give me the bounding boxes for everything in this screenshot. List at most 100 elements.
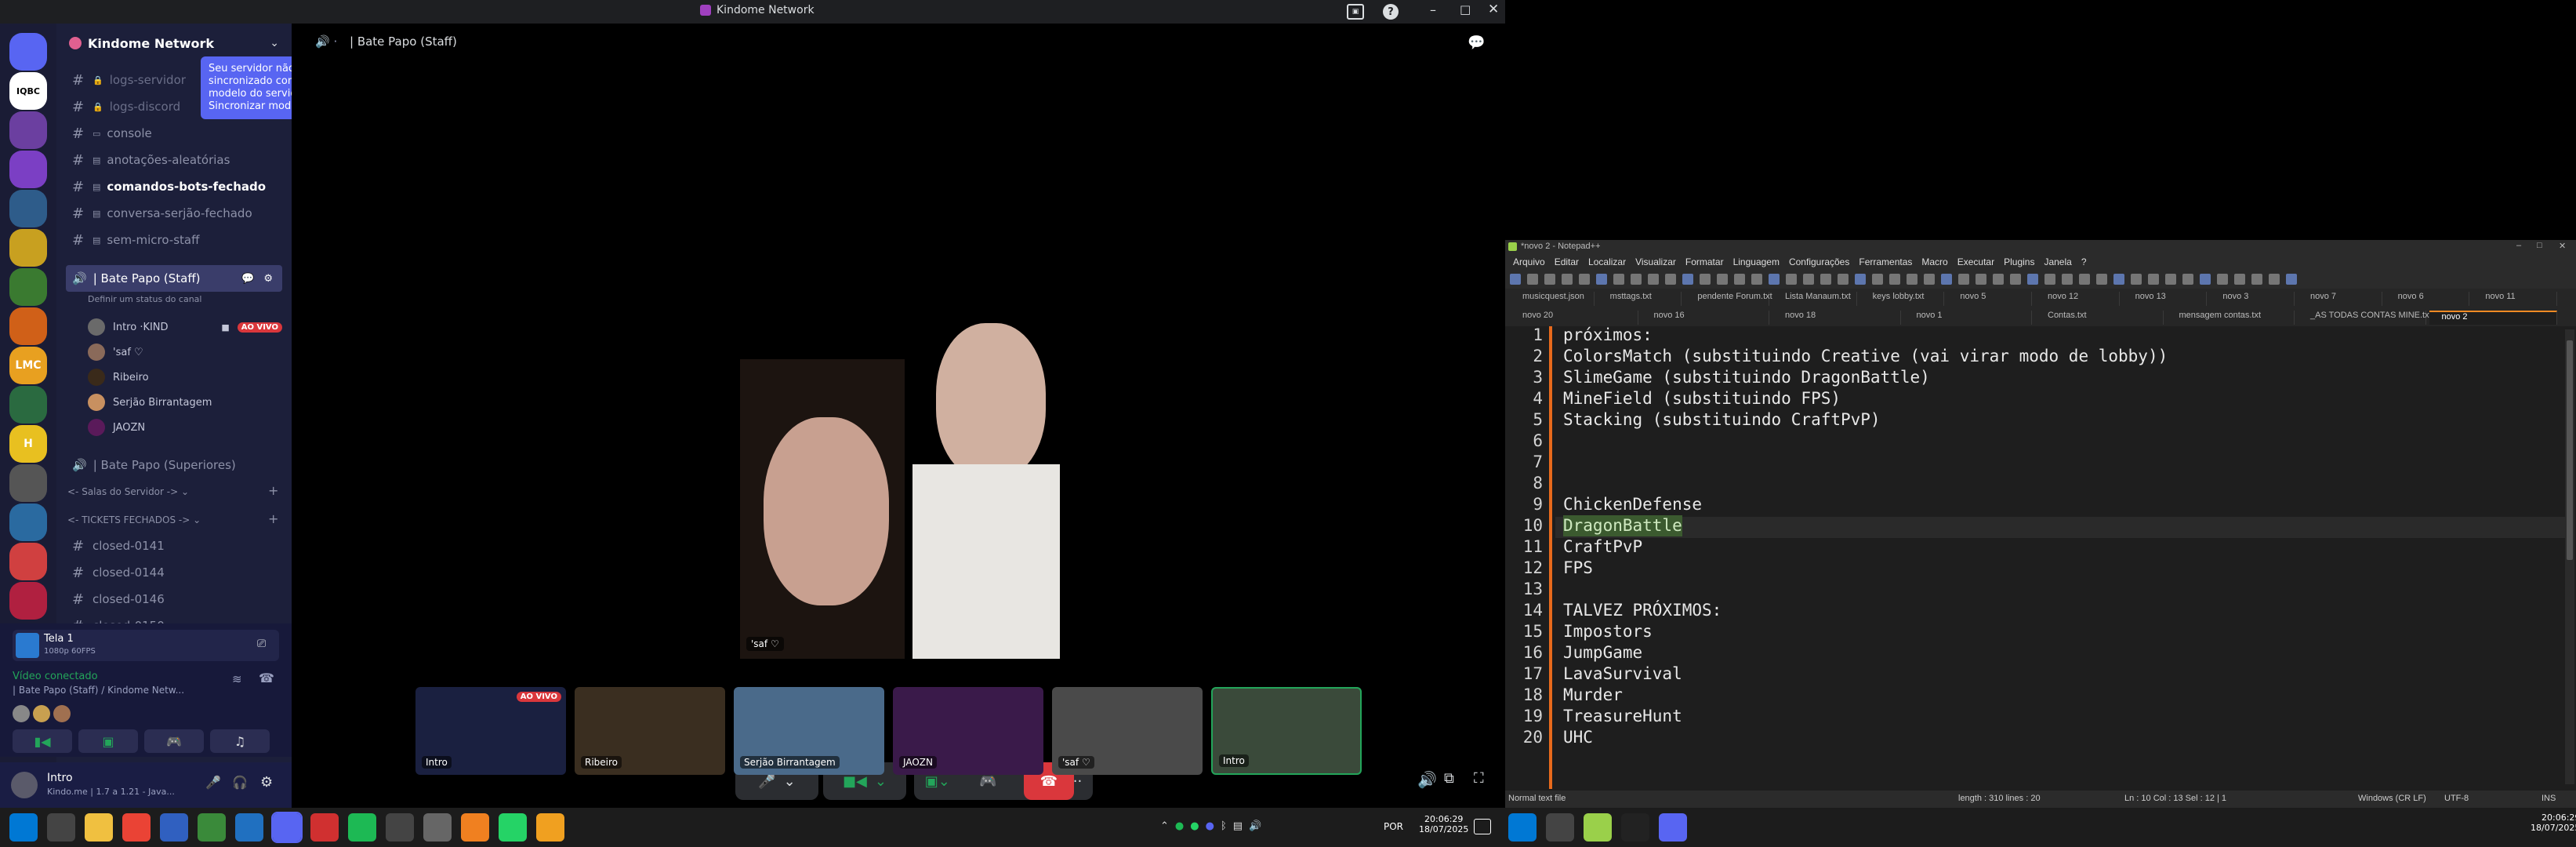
toolbar-button-icon[interactable]: [1751, 274, 1762, 285]
menu-item[interactable]: ?: [2081, 256, 2087, 267]
voice-channel-superiores[interactable]: 🔊 | Bate Papo (Superiores): [66, 453, 282, 477]
toolbar-button-icon[interactable]: [1889, 274, 1900, 285]
toolbar-button-icon[interactable]: [2079, 274, 2090, 285]
menu-item[interactable]: Ferramentas: [1859, 256, 1912, 267]
discord-tray-icon[interactable]: ●: [1206, 820, 1214, 832]
taskbar-app-icon[interactable]: [85, 813, 113, 842]
voice-user[interactable]: Ribeiro: [88, 366, 282, 388]
toolbar-button-icon[interactable]: [1958, 274, 1969, 285]
toolbar-button-icon[interactable]: [2062, 274, 2073, 285]
file-tab[interactable]: novo 16: [1642, 311, 1769, 325]
menu-item[interactable]: Editar: [1555, 256, 1579, 267]
toolbar-button-icon[interactable]: [1976, 274, 1986, 285]
scrollbar-thumb[interactable]: [2567, 340, 2573, 560]
system-tray-icons[interactable]: ⌃ ● ● ● ᛒ ▤ 🔊: [1160, 820, 1261, 832]
toolbar-button-icon[interactable]: [1838, 274, 1849, 285]
server-icon-5[interactable]: [9, 229, 47, 267]
toolbar-button-icon[interactable]: [1820, 274, 1831, 285]
ticket-channel[interactable]: # closed-0144: [66, 560, 282, 585]
toolbar-button-icon[interactable]: [2027, 274, 2038, 285]
toolbar-button-icon[interactable]: [2096, 274, 2107, 285]
stream-preview[interactable]: Tela 1 1080p 60FPS ⎚: [13, 630, 279, 661]
taskbar-app-icon[interactable]: [348, 813, 376, 842]
toolbar-button-icon[interactable]: [2182, 274, 2193, 285]
file-tab[interactable]: novo 13: [2123, 292, 2208, 306]
taskbar-app-icon[interactable]: [198, 813, 226, 842]
taskbar-app-icon[interactable]: [1621, 813, 1649, 842]
server-icon-9[interactable]: [9, 386, 47, 424]
file-tab[interactable]: msttags.txt: [1598, 292, 1682, 306]
minimize-icon[interactable]: –: [1430, 2, 1436, 17]
network-tray-icon[interactable]: ▤: [1233, 820, 1243, 832]
voice-connected-path[interactable]: | Bate Papo (Staff) / Kindome Netw...: [13, 685, 184, 696]
volume-icon[interactable]: 🔊: [1417, 770, 1437, 789]
file-tab[interactable]: novo 5: [1947, 292, 2032, 306]
whatsapp-tray-icon[interactable]: ●: [1190, 820, 1199, 832]
taskbar-app-icon[interactable]: [1584, 813, 1612, 842]
voice-user[interactable]: Intro ·KIND ■ AO VIVO: [88, 316, 282, 338]
file-tab[interactable]: novo 20: [1510, 311, 1638, 325]
toolbar-button-icon[interactable]: [1872, 274, 1883, 285]
toolbar-button-icon[interactable]: [1993, 274, 2004, 285]
server-icon-12[interactable]: [9, 503, 47, 541]
gamepad-icon[interactable]: 🎮: [979, 773, 996, 790]
toolbar-button-icon[interactable]: [1596, 274, 1607, 285]
taskbar-app-icon[interactable]: [9, 813, 38, 842]
menu-item[interactable]: Visualizar: [1635, 256, 1676, 267]
toolbar-button-icon[interactable]: [2113, 274, 2124, 285]
toolbar-button-icon[interactable]: [2269, 274, 2280, 285]
chat-icon[interactable]: 💬: [1468, 35, 1485, 51]
help-icon[interactable]: ?: [1383, 4, 1399, 20]
toolbar-button-icon[interactable]: [2044, 274, 2055, 285]
toolbar-button-icon[interactable]: [2217, 274, 2228, 285]
main-video[interactable]: 'saf ♡: [740, 307, 1060, 659]
toolbar-button-icon[interactable]: [2200, 274, 2211, 285]
channel-item[interactable]: # ▤ conversa-serjão-fechado: [66, 201, 282, 226]
taskbar-app-icon[interactable]: [461, 813, 489, 842]
camera-button[interactable]: ▮◀: [13, 729, 72, 753]
toolbar-button-icon[interactable]: [2251, 274, 2262, 285]
toolbar-button-icon[interactable]: [1803, 274, 1814, 285]
popout-icon[interactable]: ⧉: [1444, 770, 1454, 787]
taskbar-app-icon[interactable]: [499, 813, 527, 842]
toolbar-button-icon[interactable]: [1562, 274, 1573, 285]
minimize-icon[interactable]: –: [2516, 241, 2521, 250]
server-icon-13[interactable]: [9, 543, 47, 580]
close-icon[interactable]: ✕: [2559, 241, 2566, 251]
toolbar-button-icon[interactable]: [1700, 274, 1711, 285]
menu-item[interactable]: Plugins: [2004, 256, 2034, 267]
file-tab[interactable]: Lista Manaum.txt: [1772, 292, 1857, 306]
taskbar-app-icon[interactable]: [423, 813, 452, 842]
maximize-icon[interactable]: □: [2537, 241, 2542, 250]
participant-tile[interactable]: Serjão Birrantagem: [734, 687, 884, 775]
toolbar-button-icon[interactable]: [2148, 274, 2159, 285]
toolbar-button-icon[interactable]: [1544, 274, 1555, 285]
toolbar-button-icon[interactable]: [1682, 274, 1693, 285]
disconnect-icon[interactable]: ☎: [259, 671, 274, 685]
server-icon-1[interactable]: IQBC: [9, 72, 47, 110]
voice-user[interactable]: 'saf ♡: [88, 341, 282, 363]
user-avatar[interactable]: [11, 772, 38, 798]
bluetooth-tray-icon[interactable]: ᛒ: [1221, 820, 1227, 832]
activity-button[interactable]: 🎮: [144, 729, 204, 753]
voice-channel-staff[interactable]: 🔊 | Bate Papo (Staff) 💬 ⚙: [66, 265, 282, 292]
server-icon-4[interactable]: [9, 190, 47, 227]
toolbar-button-icon[interactable]: [1855, 274, 1866, 285]
taskbar-app-icon[interactable]: [235, 813, 263, 842]
category-salas[interactable]: <- Salas do Servidor -> ⌄: [67, 486, 189, 497]
menu-item[interactable]: Janela: [2044, 256, 2071, 267]
file-tab[interactable]: novo 7: [2298, 292, 2382, 306]
menu-item[interactable]: Arquivo: [1513, 256, 1545, 267]
file-tab[interactable]: novo 12: [2035, 292, 2120, 306]
channel-item[interactable]: # ▤ sem-micro-staff: [66, 227, 282, 253]
menu-item[interactable]: Executar: [1957, 256, 1994, 267]
ticket-channel[interactable]: # closed-0141: [66, 533, 282, 558]
server-icon-14[interactable]: [9, 582, 47, 620]
toolbar-button-icon[interactable]: [2286, 274, 2297, 285]
file-tab[interactable]: keys lobby.txt: [1860, 292, 1945, 306]
server-icon-0[interactable]: [9, 33, 47, 71]
taskbar-app-icon[interactable]: [1546, 813, 1574, 842]
participant-tile[interactable]: Intro AO VIVO: [415, 687, 566, 775]
server-icon-3[interactable]: [9, 151, 47, 188]
channel-item[interactable]: # ▤ anotações-aleatórias: [66, 147, 282, 173]
